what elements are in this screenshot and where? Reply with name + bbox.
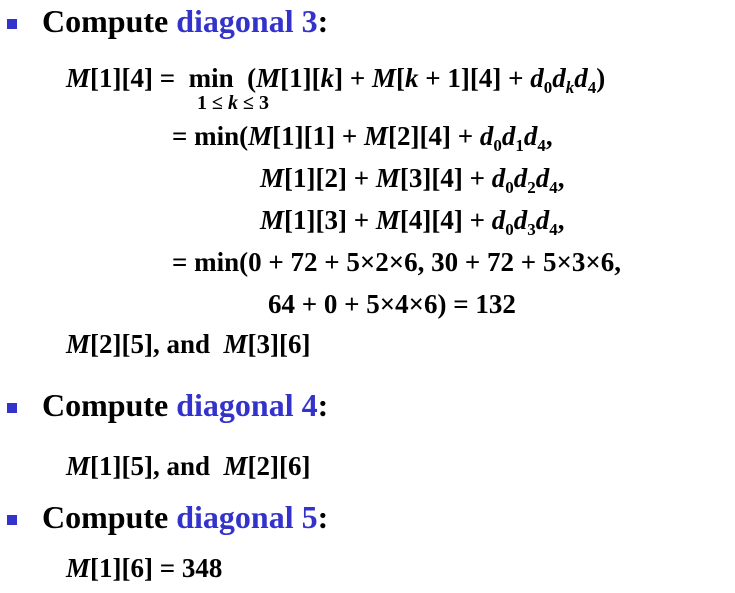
- equation-line-4: M[1][3] + M[4][4] + d0d3d4,: [260, 205, 565, 239]
- equation-line-5: = min(0 + 72 + 5×2×6, 30 + 72 + 5×3×6,: [172, 247, 621, 277]
- heading-diagonal-3: Compute diagonal 3:: [42, 3, 329, 39]
- bullet-icon: [7, 19, 17, 29]
- equation-line-8: M[1][5], and M[2][6]: [66, 451, 311, 481]
- equation-line-1: M[1][4] = min (M[1][k] + M[k + 1][4] + d…: [66, 63, 606, 97]
- heading-diagonal-5: Compute diagonal 5:: [42, 499, 329, 535]
- min-index-range: 1 ≤ k ≤ 3: [197, 92, 269, 114]
- heading-diagonal-4: Compute diagonal 4:: [42, 387, 329, 423]
- equation-line-9: M[1][6] = 348: [66, 553, 223, 583]
- equation-line-6: 64 + 0 + 5×4×6) = 132: [268, 289, 516, 319]
- equation-line-3: M[1][2] + M[3][4] + d0d2d4,: [260, 163, 565, 197]
- bullet-icon: [7, 515, 17, 525]
- bullet-icon: [7, 403, 17, 413]
- equation-line-7: M[2][5], and M[3][6]: [66, 329, 311, 359]
- equation-line-2: = min(M[1][1] + M[2][4] + d0d1d4,: [172, 121, 553, 155]
